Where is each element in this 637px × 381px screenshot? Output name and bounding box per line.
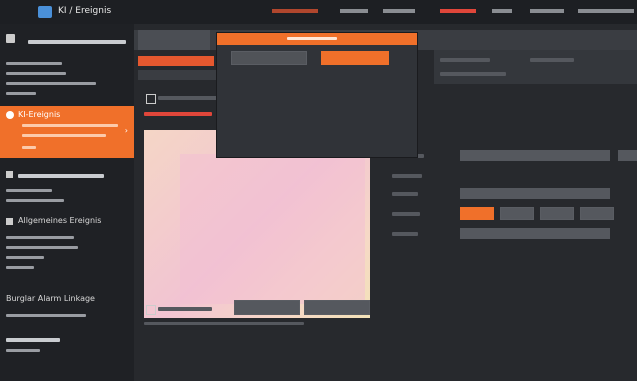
setting-select[interactable] <box>460 150 610 161</box>
thermal-preview[interactable] <box>144 130 370 318</box>
title-bar: KI / Ereignis <box>0 0 637 24</box>
setting-select[interactable] <box>460 188 610 199</box>
section-label <box>392 174 422 178</box>
nav-item[interactable] <box>383 9 415 13</box>
popup-title <box>287 37 337 40</box>
app-title: KI / Ereignis <box>58 6 112 16</box>
col-label <box>440 72 506 76</box>
sidebar-item[interactable] <box>6 246 78 249</box>
detection-table-header <box>434 50 637 84</box>
sidebar-subitem[interactable] <box>22 146 36 149</box>
nav-item[interactable] <box>578 9 634 13</box>
sidebar-section-header[interactable] <box>0 166 134 186</box>
sidebar-item[interactable] <box>6 314 86 317</box>
sidebar-section-header[interactable]: Burglar Alarm Linkage <box>0 292 134 310</box>
sidebar-section-header[interactable] <box>0 28 134 54</box>
nav-item-active[interactable] <box>440 9 476 13</box>
sidebar-item[interactable] <box>6 199 64 202</box>
sidebar-item[interactable] <box>6 72 66 75</box>
app-logo-icon <box>38 6 52 18</box>
sidebar-item[interactable] <box>6 189 52 192</box>
section-title: Allgemeines Ereignis <box>18 216 102 225</box>
nav-item[interactable] <box>530 9 564 13</box>
sidebar-section-active[interactable]: KI-Ereignis › <box>0 106 134 158</box>
section-title: Burglar Alarm Linkage <box>6 294 95 303</box>
col-label <box>440 58 490 62</box>
setting-label <box>392 192 418 196</box>
channel-row[interactable] <box>138 56 214 66</box>
section-title <box>18 174 104 178</box>
popup-option-2[interactable] <box>321 51 389 65</box>
setting-select-2[interactable] <box>618 150 637 161</box>
clear-area-button[interactable] <box>304 300 370 315</box>
enable-checkbox[interactable] <box>146 94 156 104</box>
section-icon <box>6 171 13 178</box>
main-panel <box>134 24 637 381</box>
line-button-2[interactable] <box>500 207 534 220</box>
section-icon <box>6 34 15 43</box>
sidebar-item[interactable] <box>6 62 62 65</box>
direction-select[interactable] <box>460 228 610 239</box>
sidebar-item[interactable] <box>6 92 36 95</box>
sidebar-item[interactable] <box>6 82 96 85</box>
col-label <box>530 58 574 62</box>
channel-row[interactable] <box>138 70 218 80</box>
line-button-1[interactable] <box>460 207 494 220</box>
sidebar-item[interactable] <box>6 349 40 352</box>
detection-region[interactable] <box>180 154 365 304</box>
sidebar: KI-Ereignis › Allgemeines Ereignis Burgl… <box>0 24 134 381</box>
popup-option-1[interactable] <box>231 51 307 65</box>
chevron-right-icon: › <box>124 126 128 135</box>
display-all-checkbox[interactable] <box>146 305 156 315</box>
nav-item[interactable] <box>272 9 318 13</box>
direction-label <box>392 232 418 236</box>
draw-area-button[interactable] <box>234 300 300 315</box>
nav-item[interactable] <box>492 9 512 13</box>
lines-label <box>392 212 420 216</box>
tab[interactable] <box>138 30 210 50</box>
section-title <box>28 40 126 44</box>
display-all-label <box>158 307 212 311</box>
sidebar-subitem[interactable] <box>22 124 118 127</box>
section-icon <box>6 218 13 225</box>
hint-text <box>144 322 304 325</box>
sidebar-section-header[interactable] <box>0 330 134 348</box>
line-button-4[interactable] <box>580 207 614 220</box>
sidebar-item[interactable] <box>6 266 34 269</box>
warning-text <box>144 112 212 116</box>
shield-icon <box>6 111 14 119</box>
sidebar-item-label: KI-Ereignis <box>18 110 61 119</box>
sidebar-section-header[interactable]: Allgemeines Ereignis <box>0 214 134 232</box>
sidebar-subitem[interactable] <box>22 134 106 137</box>
line-button-3[interactable] <box>540 207 574 220</box>
popup-header <box>217 33 417 45</box>
sidebar-item[interactable] <box>6 236 74 239</box>
nav-item[interactable] <box>340 9 368 13</box>
sidebar-item[interactable] <box>6 256 44 259</box>
section-title <box>6 338 60 342</box>
channel-popup <box>216 32 418 158</box>
checkbox-label <box>158 96 220 100</box>
